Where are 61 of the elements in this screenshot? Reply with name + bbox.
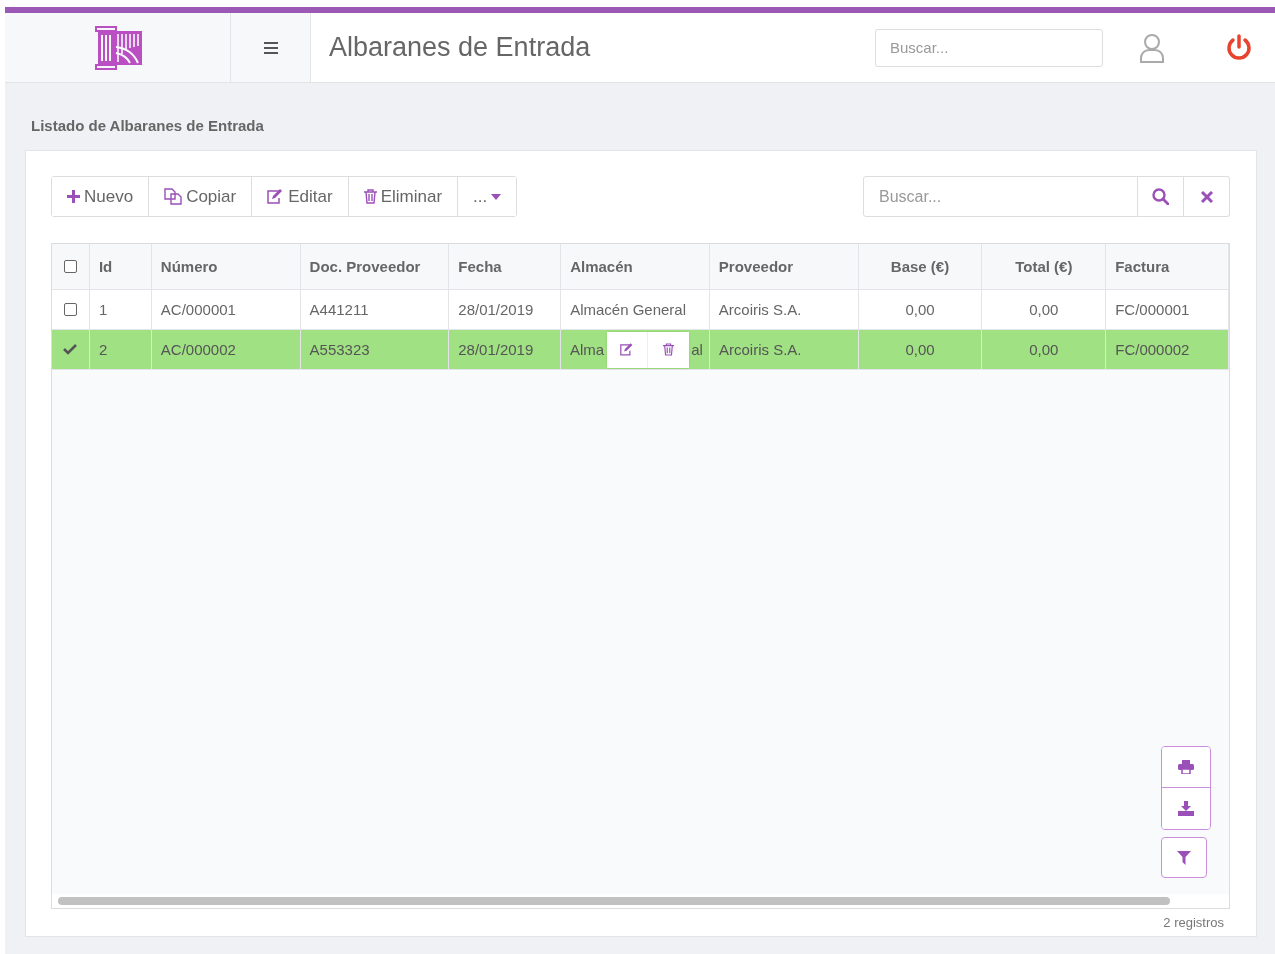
table-cell: al bbox=[691, 341, 703, 358]
table-cell: Almacén General bbox=[570, 301, 687, 318]
table-row[interactable]: 2 AC/000002 A553323 28/01/2019 Alma al Arcoiris S.A. 0,00 0,00 FC/000002 bbox=[52, 330, 1229, 370]
power-icon[interactable] bbox=[1225, 33, 1253, 62]
column-header[interactable]: Total (€) bbox=[982, 244, 1107, 289]
caret-icon bbox=[491, 193, 502, 200]
filter-icon bbox=[1177, 850, 1191, 865]
filter-button[interactable] bbox=[1161, 837, 1207, 878]
plus-icon bbox=[67, 190, 80, 203]
table-cell: A441211 bbox=[309, 301, 369, 318]
checkbox[interactable] bbox=[63, 260, 77, 273]
clear-button[interactable] bbox=[1184, 176, 1230, 217]
edit-button[interactable] bbox=[607, 331, 649, 368]
table-cell: 1 bbox=[98, 301, 108, 318]
table-cell: FC/000002 bbox=[1115, 341, 1190, 358]
record-count: 2 registros bbox=[1163, 915, 1224, 930]
column-header[interactable]: Id bbox=[89, 244, 152, 289]
checkbox[interactable] bbox=[63, 303, 77, 316]
table-cell: Arcoiris S.A. bbox=[718, 301, 802, 318]
section-title: Listado de Albaranes de Entrada bbox=[31, 117, 265, 134]
trash-icon bbox=[663, 343, 675, 356]
search-icon bbox=[1152, 188, 1169, 205]
table-cell: 28/01/2019 bbox=[458, 301, 534, 318]
download-icon bbox=[1178, 801, 1194, 816]
column-header[interactable]: Proveedor bbox=[709, 244, 859, 289]
column-header[interactable]: Almacén bbox=[561, 244, 710, 289]
table-cell: Arcoiris S.A. bbox=[719, 341, 802, 358]
search-field[interactable]: Buscar... bbox=[863, 176, 1138, 217]
table-row[interactable]: 1 AC/000001 A441211 28/01/2019 Almacén General Arcoiris S.A. 0,00 0,00 FC/000001 bbox=[52, 290, 1229, 330]
copy-icon bbox=[164, 188, 183, 205]
page-title: Albaranes de Entrada bbox=[329, 32, 592, 63]
check-icon[interactable] bbox=[63, 344, 78, 355]
table-cell: AC/000001 bbox=[160, 301, 236, 318]
scrollbar-thumb[interactable] bbox=[58, 897, 1170, 905]
table-cell: FC/000001 bbox=[1115, 301, 1190, 318]
table-cell: 28/01/2019 bbox=[458, 341, 534, 358]
delete-button[interactable] bbox=[648, 331, 690, 368]
download-button[interactable] bbox=[1162, 788, 1210, 829]
table-cell: 2 bbox=[98, 341, 108, 358]
search-button[interactable] bbox=[1138, 176, 1184, 217]
column-header[interactable]: Número bbox=[151, 244, 301, 289]
print-button[interactable] bbox=[1162, 747, 1210, 788]
edit-icon bbox=[620, 343, 635, 356]
column-header[interactable]: Base (€) bbox=[858, 244, 983, 289]
column-header[interactable]: Factura bbox=[1106, 244, 1229, 289]
toolbar-button[interactable]: Nuevo bbox=[52, 177, 150, 216]
table-cell: A553323 bbox=[309, 341, 370, 358]
printer-icon bbox=[1178, 760, 1194, 774]
trash-icon bbox=[363, 189, 377, 204]
table-cell: 0,00 bbox=[1029, 341, 1059, 358]
table-cell: 0,00 bbox=[905, 341, 935, 358]
menu-icon bbox=[263, 41, 278, 54]
table-cell: Alma bbox=[570, 341, 605, 358]
column-header[interactable]: Fecha bbox=[449, 244, 562, 289]
column-header[interactable]: Doc. Proveedor bbox=[300, 244, 450, 289]
edit-icon bbox=[267, 189, 285, 204]
search-field[interactable]: Buscar... bbox=[875, 28, 1103, 67]
table-cell: 0,00 bbox=[905, 301, 935, 318]
close-icon bbox=[1200, 190, 1213, 203]
table-cell: AC/000002 bbox=[160, 341, 236, 358]
table-cell: 0,00 bbox=[1029, 301, 1059, 318]
